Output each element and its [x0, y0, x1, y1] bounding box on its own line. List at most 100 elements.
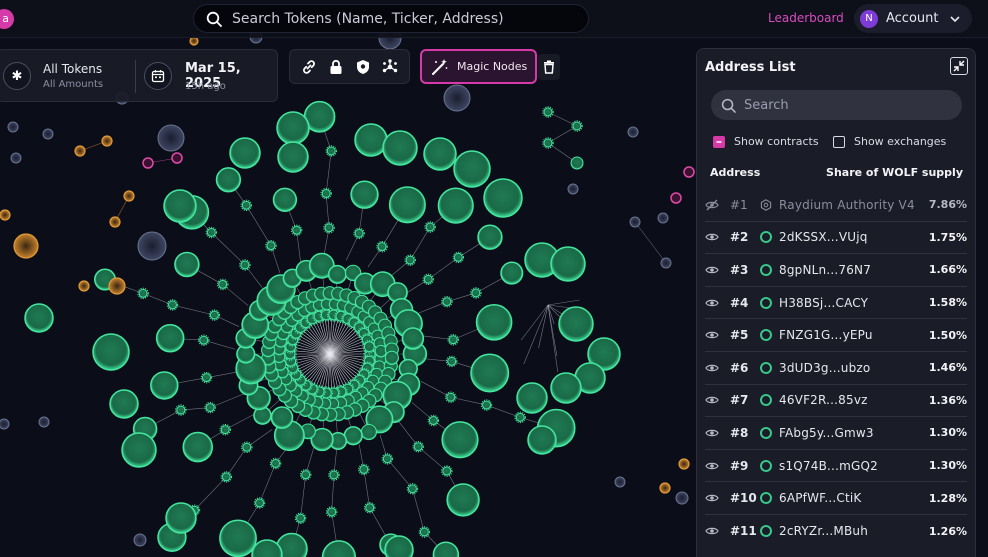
node-bubble[interactable]	[218, 279, 228, 289]
eye-icon[interactable]	[705, 328, 719, 342]
eye-icon[interactable]	[705, 230, 719, 244]
node-bubble[interactable]	[425, 222, 435, 232]
node-bubble[interactable]	[165, 502, 197, 534]
eye-icon[interactable]	[705, 263, 719, 277]
node-bubble[interactable]	[350, 180, 379, 209]
collapse-icon[interactable]	[950, 57, 968, 75]
node-bubble[interactable]	[483, 178, 523, 218]
node-bubble[interactable]	[516, 382, 548, 414]
node-bubble[interactable]	[78, 280, 90, 292]
node-bubble[interactable]	[108, 277, 126, 295]
node-bubble[interactable]	[38, 416, 50, 428]
node-bubble[interactable]	[174, 251, 200, 278]
node-bubble[interactable]	[155, 323, 185, 353]
node-bubble[interactable]	[109, 389, 139, 419]
node-bubble[interactable]	[443, 84, 471, 112]
node-bubble[interactable]	[527, 425, 557, 455]
node-bubble[interactable]	[570, 156, 584, 170]
node-bubble[interactable]	[471, 288, 481, 298]
shield-icon[interactable]	[354, 58, 372, 76]
node-bubble[interactable]	[301, 470, 311, 480]
token-search[interactable]	[193, 4, 589, 33]
node-bubble[interactable]	[74, 145, 86, 157]
node-bubble[interactable]	[657, 212, 669, 224]
node-bubble[interactable]	[384, 350, 399, 365]
table-row[interactable]: #6 3dUD3g...ubzo 1.46%	[705, 352, 967, 385]
magic-nodes-button[interactable]: Magic Nodes	[420, 49, 537, 84]
eye-icon[interactable]	[705, 393, 719, 407]
address-search[interactable]	[711, 90, 962, 120]
node-bubble[interactable]	[550, 372, 582, 404]
node-bubble[interactable]	[240, 260, 250, 270]
node-bubble[interactable]	[678, 458, 690, 470]
node-bubble[interactable]	[419, 527, 429, 537]
node-bubble[interactable]	[413, 442, 423, 452]
node-bubble[interactable]	[683, 166, 695, 178]
node-bubble[interactable]	[660, 257, 672, 269]
node-bubble[interactable]	[442, 466, 452, 476]
node-bubble[interactable]	[163, 189, 197, 223]
eye-icon[interactable]	[705, 296, 719, 310]
eye-icon[interactable]	[705, 524, 719, 538]
node-bubble[interactable]	[276, 111, 310, 145]
node-bubble[interactable]	[453, 150, 491, 188]
node-bubble[interactable]	[42, 128, 54, 140]
node-bubble[interactable]	[206, 227, 216, 237]
row-address[interactable]: H38BSj...CACY	[779, 296, 868, 310]
node-bubble[interactable]	[138, 288, 148, 298]
row-address[interactable]: 6APfWF...CtiK	[779, 491, 861, 505]
node-bubble[interactable]	[142, 157, 154, 169]
node-bubble[interactable]	[365, 503, 375, 513]
node-bubble[interactable]	[329, 470, 339, 480]
node-bubble[interactable]	[405, 255, 415, 265]
node-bubble[interactable]	[659, 482, 671, 494]
eye-icon[interactable]	[705, 491, 719, 505]
node-bubble[interactable]	[423, 137, 457, 171]
row-address[interactable]: 2cRYZr...MBuh	[779, 524, 868, 538]
link-icon[interactable]	[300, 58, 318, 76]
table-row[interactable]: #3 8gpNLn...76N7 1.66%	[705, 254, 967, 287]
node-bubble[interactable]	[384, 535, 414, 557]
node-bubble[interactable]	[205, 403, 215, 413]
node-bubble[interactable]	[157, 124, 185, 152]
node-bubble[interactable]	[437, 187, 474, 224]
row-address[interactable]: 3dUD3g...ubzo	[779, 361, 870, 375]
row-address[interactable]: 2dKSSX...VUjq	[779, 230, 868, 244]
node-bubble[interactable]	[321, 189, 331, 199]
node-bubble[interactable]	[326, 146, 336, 156]
node-bubble[interactable]	[219, 519, 257, 557]
table-row[interactable]: #10 6APfWF...CtiK 1.28%	[705, 482, 967, 515]
node-bubble[interactable]	[482, 400, 492, 410]
node-bubble[interactable]	[670, 192, 682, 204]
node-bubble[interactable]	[24, 303, 54, 333]
node-bubble[interactable]	[543, 138, 553, 148]
node-bubble[interactable]	[327, 264, 347, 284]
node-bubble[interactable]	[360, 423, 377, 441]
node-bubble[interactable]	[167, 300, 177, 310]
checkbox-unchecked[interactable]	[833, 135, 845, 148]
node-bubble[interactable]	[201, 373, 211, 383]
node-bubble[interactable]	[182, 431, 214, 463]
node-bubble[interactable]	[428, 416, 438, 426]
table-row[interactable]: #11 2cRYZr...MBuh 1.26%	[705, 515, 967, 548]
node-bubble[interactable]	[441, 421, 479, 459]
table-row[interactable]: #1 Raydium Authority V4 7.86%	[705, 189, 967, 222]
node-bubble[interactable]	[614, 476, 626, 488]
node-bubble[interactable]	[229, 137, 261, 169]
address-search-input[interactable]	[744, 97, 944, 113]
node-bubble[interactable]	[447, 356, 457, 366]
node-bubble[interactable]	[123, 190, 135, 202]
token-search-input[interactable]	[232, 10, 588, 27]
node-bubble[interactable]	[296, 513, 306, 523]
node-bubble[interactable]	[388, 186, 426, 224]
node-bubble[interactable]	[515, 412, 525, 422]
node-bubble[interactable]	[272, 187, 298, 212]
node-bubble[interactable]	[0, 418, 10, 430]
checkbox-checked[interactable]	[713, 135, 725, 148]
node-bubble[interactable]	[221, 472, 231, 482]
table-row[interactable]: #7 46VF2R...85vz 1.36%	[705, 385, 967, 418]
node-bubble[interactable]	[446, 483, 480, 517]
table-row[interactable]: #8 FAbg5y...Gmw3 1.30%	[705, 417, 967, 450]
node-bubble[interactable]	[401, 327, 425, 350]
node-bubble[interactable]	[189, 36, 199, 46]
